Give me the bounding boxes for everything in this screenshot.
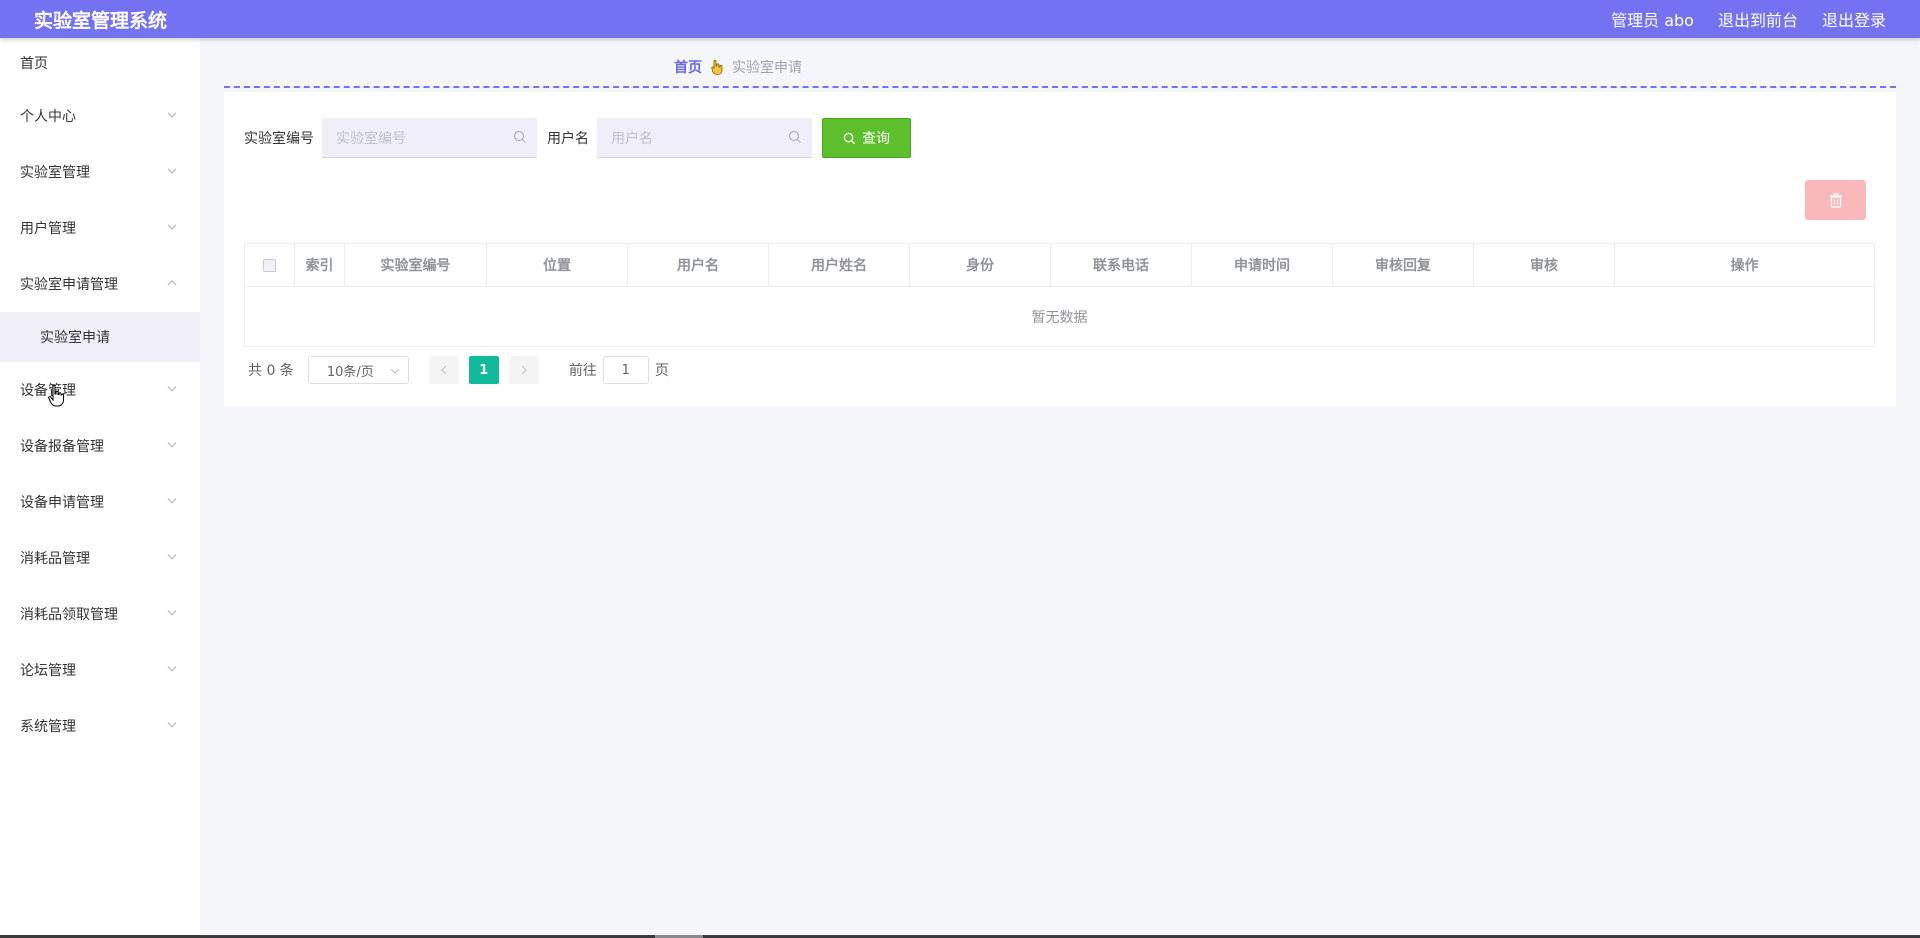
prev-page-button[interactable] bbox=[428, 356, 459, 384]
chevron-down-icon bbox=[167, 112, 177, 118]
breadcrumb: 首页 实验室申请 bbox=[674, 57, 802, 77]
sidebar-item-device-management[interactable]: 设备管理 bbox=[0, 362, 200, 418]
sidebar-item-device-report-management[interactable]: 设备报备管理 bbox=[0, 418, 200, 474]
sidebar-item-consumables-management[interactable]: 消耗品管理 bbox=[0, 530, 200, 586]
sidebar-item-label: 实验室申请管理 bbox=[20, 277, 118, 293]
sidebar-item-user-management[interactable]: 用户管理 bbox=[0, 200, 200, 256]
data-table: 索引 实验室编号 位置 用户名 用户姓名 身份 联系电话 申请时间 审核回复 审… bbox=[244, 243, 1875, 347]
column-header[interactable]: 审核 bbox=[1474, 244, 1615, 286]
chevron-down-icon bbox=[167, 168, 177, 174]
sidebar-item-label: 首页 bbox=[20, 56, 48, 72]
sidebar-item-label: 消耗品领取管理 bbox=[20, 607, 118, 623]
sidebar-item-consumables-claim-management[interactable]: 消耗品领取管理 bbox=[0, 586, 200, 642]
sidebar-item-label: 用户管理 bbox=[20, 221, 76, 237]
chevron-down-icon bbox=[167, 442, 177, 448]
sidebar-item-home[interactable]: 首页 bbox=[0, 38, 200, 88]
chevron-down-icon bbox=[167, 224, 177, 230]
sidebar-item-label: 设备报备管理 bbox=[20, 439, 104, 455]
hand-cursor-icon bbox=[48, 385, 64, 407]
pagination: 共 0 条 10条/页 1 前往 1 页 bbox=[248, 356, 669, 384]
admin-label[interactable]: 管理员 abo bbox=[1611, 7, 1694, 31]
select-all-cell bbox=[245, 244, 295, 286]
sidebar-subitem-label: 实验室申请 bbox=[40, 330, 110, 346]
top-bar: 实验室管理系统 管理员 abo 退出到前台 退出登录 bbox=[0, 0, 1920, 38]
sidebar-item-lab-management[interactable]: 实验室管理 bbox=[0, 144, 200, 200]
chevron-down-icon bbox=[167, 722, 177, 728]
username-label: 用户名 bbox=[547, 131, 589, 147]
hand-icon bbox=[711, 59, 723, 75]
search-row: 实验室编号 实验室编号 用户名 用户名 查询 bbox=[244, 118, 911, 158]
username-placeholder: 用户名 bbox=[611, 130, 653, 147]
chevron-right-icon bbox=[521, 365, 527, 375]
page-size-value: 10条/页 bbox=[326, 364, 374, 380]
column-header[interactable]: 身份 bbox=[910, 244, 1051, 286]
column-header[interactable]: 联系电话 bbox=[1051, 244, 1192, 286]
table-header: 索引 实验室编号 位置 用户名 用户姓名 身份 联系电话 申请时间 审核回复 审… bbox=[245, 244, 1874, 287]
sidebar-subitem-lab-application[interactable]: 实验室申请 bbox=[0, 312, 200, 362]
sidebar-item-device-application-management[interactable]: 设备申请管理 bbox=[0, 474, 200, 530]
top-right-links: 管理员 abo 退出到前台 退出登录 bbox=[1611, 7, 1886, 31]
sidebar-item-lab-application-management[interactable]: 实验室申请管理 bbox=[0, 256, 200, 312]
breadcrumb-current: 实验室申请 bbox=[732, 60, 802, 76]
app-title: 实验室管理系统 bbox=[34, 9, 168, 32]
column-header[interactable]: 申请时间 bbox=[1192, 244, 1333, 286]
sidebar-item-label: 设备申请管理 bbox=[20, 495, 104, 511]
sidebar-item-label: 实验室管理 bbox=[20, 165, 90, 181]
username-input[interactable]: 用户名 bbox=[597, 118, 812, 158]
total-count: 共 0 条 bbox=[248, 363, 294, 379]
chevron-down-icon bbox=[167, 554, 177, 560]
column-header[interactable]: 实验室编号 bbox=[345, 244, 487, 286]
trash-icon bbox=[1829, 192, 1842, 208]
search-icon bbox=[843, 132, 856, 144]
chevron-up-icon bbox=[167, 279, 177, 286]
next-page-button[interactable] bbox=[508, 356, 539, 384]
exit-front-link[interactable]: 退出到前台 bbox=[1718, 7, 1798, 31]
page-suffix: 页 bbox=[654, 363, 669, 379]
column-header[interactable]: 索引 bbox=[295, 244, 345, 286]
column-header[interactable]: 用户名 bbox=[628, 244, 769, 286]
dashed-divider bbox=[224, 86, 1896, 88]
lab-no-input[interactable]: 实验室编号 bbox=[322, 118, 537, 158]
sidebar-item-label: 系统管理 bbox=[20, 719, 76, 735]
delete-button[interactable] bbox=[1805, 180, 1866, 220]
chevron-down-icon bbox=[167, 386, 177, 392]
goto-page-input[interactable]: 1 bbox=[602, 356, 649, 384]
sidebar-item-label: 论坛管理 bbox=[20, 663, 76, 679]
chevron-down-icon bbox=[167, 498, 177, 504]
lab-no-label: 实验室编号 bbox=[244, 131, 314, 147]
search-icon bbox=[513, 130, 526, 143]
chevron-down-icon bbox=[390, 368, 400, 374]
empty-text: 暂无数据 bbox=[245, 287, 1874, 347]
query-button[interactable]: 查询 bbox=[822, 118, 911, 158]
search-icon bbox=[788, 130, 801, 143]
main-panel: 实验室编号 实验室编号 用户名 用户名 查询 索引 实验室编号 位置 用户名 用… bbox=[224, 92, 1896, 406]
chevron-down-icon bbox=[167, 666, 177, 672]
lab-no-placeholder: 实验室编号 bbox=[336, 130, 406, 147]
sidebar-item-forum-management[interactable]: 论坛管理 bbox=[0, 642, 200, 698]
chevron-down-icon bbox=[167, 610, 177, 616]
sidebar-item-label: 消耗品管理 bbox=[20, 551, 90, 567]
query-button-label: 查询 bbox=[862, 131, 890, 147]
chevron-left-icon bbox=[440, 365, 447, 375]
sidebar-item-personal-center[interactable]: 个人中心 bbox=[0, 88, 200, 144]
page-size-select[interactable]: 10条/页 bbox=[307, 356, 409, 384]
select-all-checkbox[interactable] bbox=[263, 258, 276, 272]
sidebar-item-system-management[interactable]: 系统管理 bbox=[0, 698, 200, 754]
breadcrumb-home[interactable]: 首页 bbox=[674, 57, 702, 77]
column-header[interactable]: 用户姓名 bbox=[769, 244, 910, 286]
sidebar-item-label: 个人中心 bbox=[20, 109, 76, 125]
column-header[interactable]: 操作 bbox=[1615, 244, 1874, 286]
page-number-current[interactable]: 1 bbox=[468, 356, 499, 384]
sidebar: 首页 个人中心 实验室管理 用户管理 实验室申请管理 实验室申请 设备管理 设备… bbox=[0, 38, 200, 938]
column-header[interactable]: 位置 bbox=[487, 244, 628, 286]
goto-label: 前往 bbox=[568, 363, 597, 379]
column-header[interactable]: 审核回复 bbox=[1333, 244, 1474, 286]
logout-link[interactable]: 退出登录 bbox=[1822, 7, 1886, 31]
